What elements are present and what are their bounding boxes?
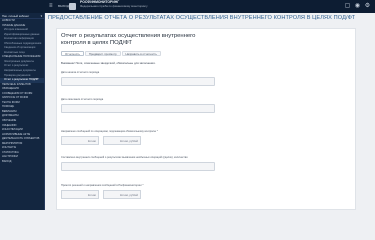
field-label-period-end: Дата окончания отчетного периода [61,98,104,101]
chevron-down-icon: ▾ [40,14,42,18]
settings-icon[interactable]: ⚙ [364,3,371,10]
field-label-internal-messages: Составлено внутренних сообщений о резуль… [61,156,188,159]
report-form-card: Отчет о результатах осуществления внутре… [56,28,356,210]
decisions-count-input[interactable]: Кол-во [61,190,99,199]
page-title: ПРЕДОСТАВЛЕНИЕ ОТЧЕТА О РЕЗУЛЬТАТАХ ОСУЩ… [48,15,356,21]
brand: РОСФИНМОНИТОРИНГ Федеральная служба по ф… [80,0,148,9]
decisions-sum-input[interactable]: Кол-во, рублей [103,190,141,199]
internal-messages-input[interactable] [61,162,215,171]
report-title: Отчет о результатах осуществления внутре… [61,33,196,46]
menu-icon[interactable]: ≡ [49,3,55,9]
user-icon[interactable]: ◉ [354,3,361,10]
form-tabs: Отчетность Предварит. просмотр Направить… [61,51,161,56]
brand-subtitle: Федеральная служба по финансовому монито… [80,3,148,8]
tab-submit[interactable]: Направить в отчетность [121,51,161,56]
field-label-period-start: Дата начала отчетного периода [61,71,100,74]
field-label-sent-messages: Направлено сообщений по операциям, подле… [61,130,158,133]
sent-messages-sum-input[interactable]: Кол-во, рублей [103,136,141,145]
topbar-icons: ▢ ◉ ⚙ [344,3,371,10]
sidebar-item[interactable]: ВЫХОД [0,160,44,165]
sidebar-item[interactable]: Отчет о результатах ПОД/ФТ [0,78,44,83]
required-fields-note: Внимание! Поля, отмеченные звездочкой, о… [61,61,156,65]
top-bar: ≡ ВЫХОД РОСФИНМОНИТОРИНГ Федеральная слу… [0,0,375,13]
tab-preview[interactable]: Предварит. просмотр [84,51,121,56]
exit-link[interactable]: ВЫХОД [58,4,69,8]
field-label-decisions: Принято решений о направлении сообщений … [61,184,144,187]
sidebar: Пак. личный кабинет ▾ НОВОСТИ ЛИЧНЫЕ ДАНН… [0,13,45,210]
period-start-input[interactable] [61,77,215,86]
period-end-input[interactable] [61,104,215,113]
sent-messages-count-input[interactable]: Кол-во [61,136,99,145]
tab-reporting[interactable]: Отчетность [61,51,84,56]
logo-emblem-icon [69,3,76,10]
bell-icon[interactable]: ▢ [344,3,351,10]
sidebar-menu: НОВОСТИ ЛИЧНЫЕ ДАННЫЕ История изменений Иде… [0,19,44,165]
sidebar-user-label: Пак. личный кабинет [2,14,30,18]
